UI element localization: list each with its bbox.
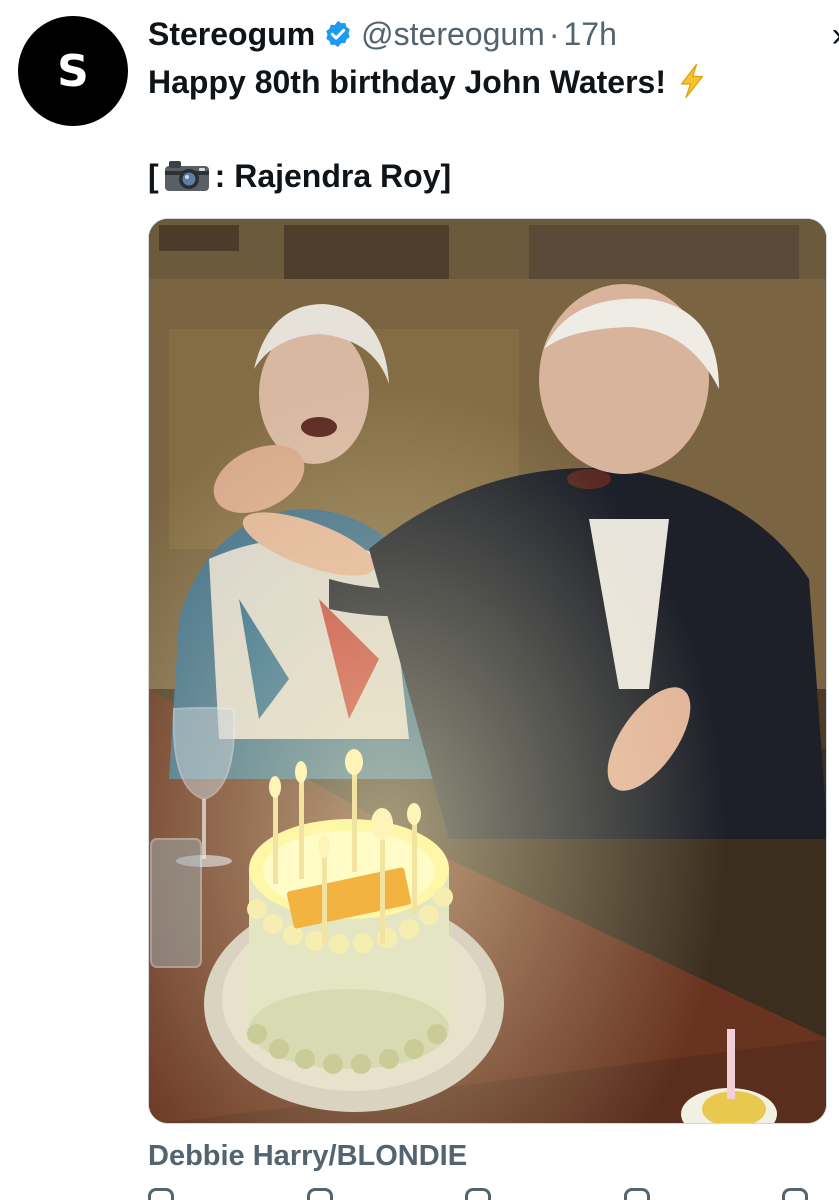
camera-icon <box>164 161 209 191</box>
verified-badge-icon <box>326 20 350 48</box>
repost-icon[interactable] <box>306 1188 333 1200</box>
action-bar <box>148 1188 808 1200</box>
media-caption[interactable]: Debbie Harry/BLONDIE <box>148 1140 467 1173</box>
lightning-bolt-icon <box>680 63 704 99</box>
header-separator: · <box>548 15 560 52</box>
tweet-text: Happy 80th birthday John Waters! <box>148 58 708 106</box>
avatar[interactable]: S <box>18 16 128 126</box>
share-icon[interactable] <box>782 1188 808 1200</box>
tweet-time[interactable]: 17h <box>563 16 616 53</box>
author-handle[interactable]: @stereogum <box>361 16 545 53</box>
credit-text: : Rajendra Roy] <box>214 158 452 194</box>
tweet-text-line: Happy 80th birthday John Waters! <box>148 64 666 100</box>
tweet-header: Stereogum @stereogum · 17h <box>148 12 617 56</box>
tweet-photo[interactable] <box>148 218 827 1124</box>
reply-icon[interactable] <box>148 1188 174 1200</box>
credit-open-bracket: [ <box>148 158 159 194</box>
chevron-icon[interactable]: › <box>832 16 839 55</box>
photo-credit: [ : Rajendra Roy] <box>148 152 451 200</box>
photo-illustration <box>149 219 826 1123</box>
author-name[interactable]: Stereogum <box>148 16 315 53</box>
like-icon[interactable] <box>465 1188 491 1200</box>
avatar-letter: S <box>57 45 89 97</box>
views-icon[interactable] <box>623 1188 650 1200</box>
